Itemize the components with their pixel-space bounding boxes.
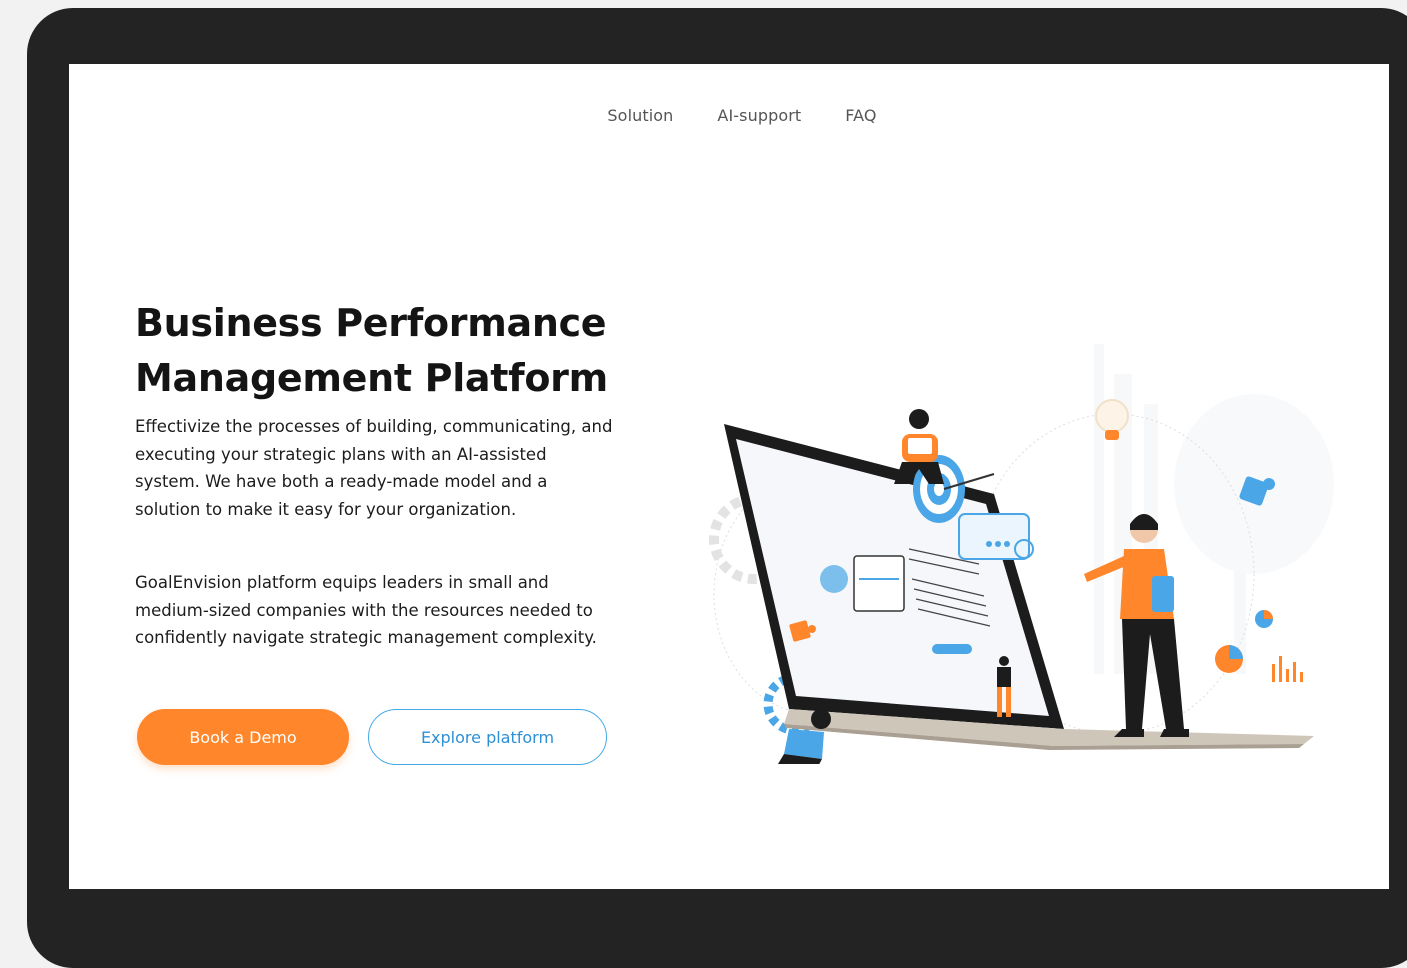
- nav-solution[interactable]: Solution: [607, 106, 673, 125]
- hero-title-line2: Management Platform: [135, 356, 608, 400]
- hero-paragraph-2: GoalEnvision platform equips leaders in …: [135, 573, 597, 647]
- top-nav: Solution AI-support FAQ: [69, 106, 1389, 125]
- hero-title: Business Performance Management Platform: [135, 296, 655, 406]
- hero-illustration: [709, 344, 1334, 764]
- hero-title-line1: Business Performance: [135, 301, 607, 345]
- hero-paragraph-1: Effectivize the processes of building, c…: [135, 417, 613, 519]
- book-demo-button[interactable]: Book a Demo: [137, 709, 349, 765]
- chat-bubble-icon: [958, 513, 1034, 560]
- explore-platform-button[interactable]: Explore platform: [368, 709, 607, 765]
- nav-ai-support[interactable]: AI-support: [717, 106, 801, 125]
- nav-faq[interactable]: FAQ: [845, 106, 876, 125]
- screen: Solution AI-support FAQ Business Perform…: [69, 64, 1389, 889]
- chart-icon: [1215, 610, 1303, 682]
